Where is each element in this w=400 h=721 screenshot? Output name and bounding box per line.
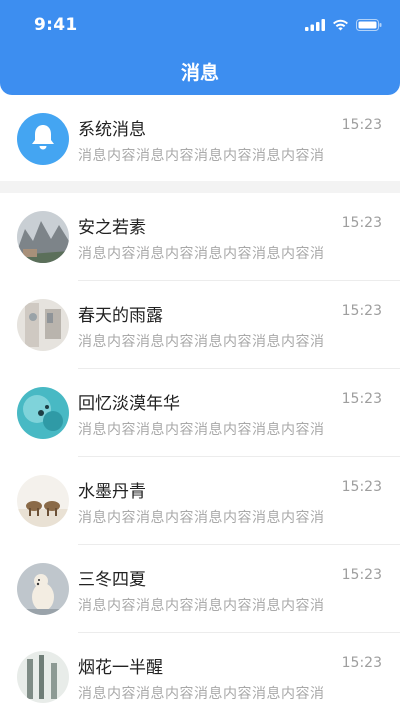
contact-name: 烟花一半醒 (78, 658, 163, 678)
message-preview: 消息内容消息内容消息内容消息内容消息内容 (78, 334, 323, 350)
wifi-icon (332, 16, 349, 35)
conversation-row[interactable]: 三冬四夏 消息内容消息内容消息内容消息内容消息内容 15:23 (0, 545, 400, 633)
conversation-row[interactable]: 烟花一半醒 消息内容消息内容消息内容消息内容消息内容 15:23 (0, 633, 400, 721)
message-time: 15:23 (341, 655, 382, 671)
bell-icon (30, 123, 56, 155)
avatar (17, 387, 69, 439)
message-preview: 消息内容消息内容消息内容消息内容消息内容 (78, 510, 323, 526)
avatar (17, 563, 69, 615)
message-preview: 消息内容消息内容消息内容消息内容消息内容 (78, 598, 323, 614)
system-message-row[interactable]: 系统消息 消息内容消息内容消息内容消息内容消息内容 15:23 (0, 95, 400, 183)
conversation-row[interactable]: 回忆淡漠年华 消息内容消息内容消息内容消息内容消息内容 15:23 (0, 369, 400, 457)
message-preview: 消息内容消息内容消息内容消息内容消息内容 (78, 422, 323, 438)
message-preview: 消息内容消息内容消息内容消息内容消息内容 (78, 686, 323, 702)
message-time: 15:23 (341, 391, 382, 407)
battery-icon (356, 16, 382, 35)
message-time: 15:23 (341, 303, 382, 319)
avatar (17, 651, 69, 703)
conversation-row[interactable]: 春天的雨露 消息内容消息内容消息内容消息内容消息内容 15:23 (0, 281, 400, 369)
contact-name: 水墨丹青 (78, 482, 146, 502)
contact-name: 系统消息 (78, 120, 146, 140)
contact-name: 安之若素 (78, 218, 146, 238)
cellular-signal-icon (305, 16, 325, 35)
message-time: 15:23 (341, 117, 382, 133)
status-bar-time: 9:41 (34, 15, 78, 35)
page-title: 消息 (180, 62, 219, 84)
message-preview: 消息内容消息内容消息内容消息内容消息内容 (78, 148, 323, 164)
avatar (17, 299, 69, 351)
conversation-row[interactable]: 水墨丹青 消息内容消息内容消息内容消息内容消息内容 15:23 (0, 457, 400, 545)
message-preview: 消息内容消息内容消息内容消息内容消息内容 (78, 246, 323, 262)
message-time: 15:23 (341, 567, 382, 583)
section-separator (0, 181, 400, 193)
status-bar-icons (305, 16, 382, 35)
contact-name: 三冬四夏 (78, 570, 146, 590)
contact-name: 春天的雨露 (78, 306, 163, 326)
message-time: 15:23 (341, 215, 382, 231)
avatar (17, 211, 69, 263)
message-time: 15:23 (341, 479, 382, 495)
avatar (17, 475, 69, 527)
contact-name: 回忆淡漠年华 (78, 394, 180, 414)
conversation-row[interactable]: 安之若素 消息内容消息内容消息内容消息内容消息内容 15:23 (0, 193, 400, 281)
system-bell-avatar (17, 113, 69, 165)
app-header: 9:41 消息 (0, 0, 400, 95)
